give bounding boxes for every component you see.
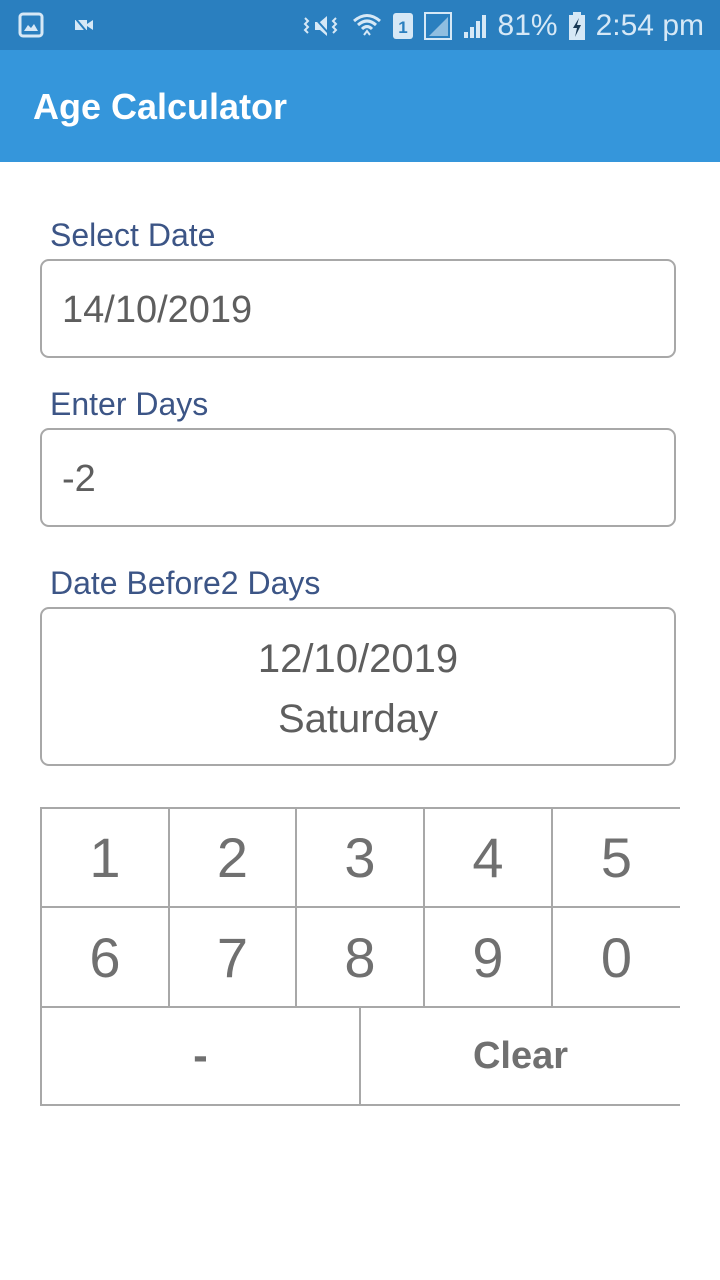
key-5[interactable]: 5 [553, 809, 680, 908]
signal-sim2-icon [462, 13, 488, 39]
video-notification-icon [74, 17, 94, 33]
vibrate-mute-icon [302, 12, 342, 40]
wifi-icon [352, 11, 382, 41]
key-2[interactable]: 2 [170, 809, 297, 908]
result-box: 12/10/2019 Saturday [40, 607, 676, 766]
keypad: 1 2 3 4 5 6 7 8 9 0 - Clear [40, 807, 680, 1106]
enter-days-label: Enter Days [50, 386, 209, 422]
select-date-value: 14/10/2019 [62, 289, 253, 331]
result-label: Date Before2 Days [50, 565, 321, 601]
key-7[interactable]: 7 [170, 908, 297, 1008]
clock: 2:54 pm [595, 9, 704, 42]
app-bar: Age Calculator [0, 50, 720, 162]
clear-button[interactable]: Clear [361, 1008, 680, 1104]
battery-percentage: 81% [497, 9, 558, 42]
svg-text:1: 1 [398, 18, 407, 37]
app-title: Age Calculator [33, 86, 288, 127]
key-3[interactable]: 3 [297, 809, 425, 908]
key-8[interactable]: 8 [297, 908, 425, 1008]
result-date: 12/10/2019 [257, 637, 459, 681]
enter-days-value: -2 [62, 458, 96, 500]
key-9[interactable]: 9 [425, 908, 553, 1008]
select-date-label: Select Date [50, 217, 216, 253]
gallery-notification-icon [18, 12, 44, 38]
minus-key[interactable]: - [42, 1008, 361, 1104]
key-4[interactable]: 4 [425, 809, 553, 908]
sim-1-icon: 1 [392, 12, 414, 40]
key-0[interactable]: 0 [553, 908, 680, 1008]
battery-charging-icon [568, 11, 586, 41]
key-1[interactable]: 1 [42, 809, 170, 908]
signal-sim1-icon [423, 12, 452, 40]
key-6[interactable]: 6 [42, 908, 170, 1008]
result-weekday: Saturday [277, 697, 439, 741]
enter-days-input[interactable]: -2 [40, 428, 676, 527]
status-bar: 1 81% 2:54 pm [0, 0, 720, 50]
select-date-field[interactable]: 14/10/2019 [40, 259, 676, 358]
